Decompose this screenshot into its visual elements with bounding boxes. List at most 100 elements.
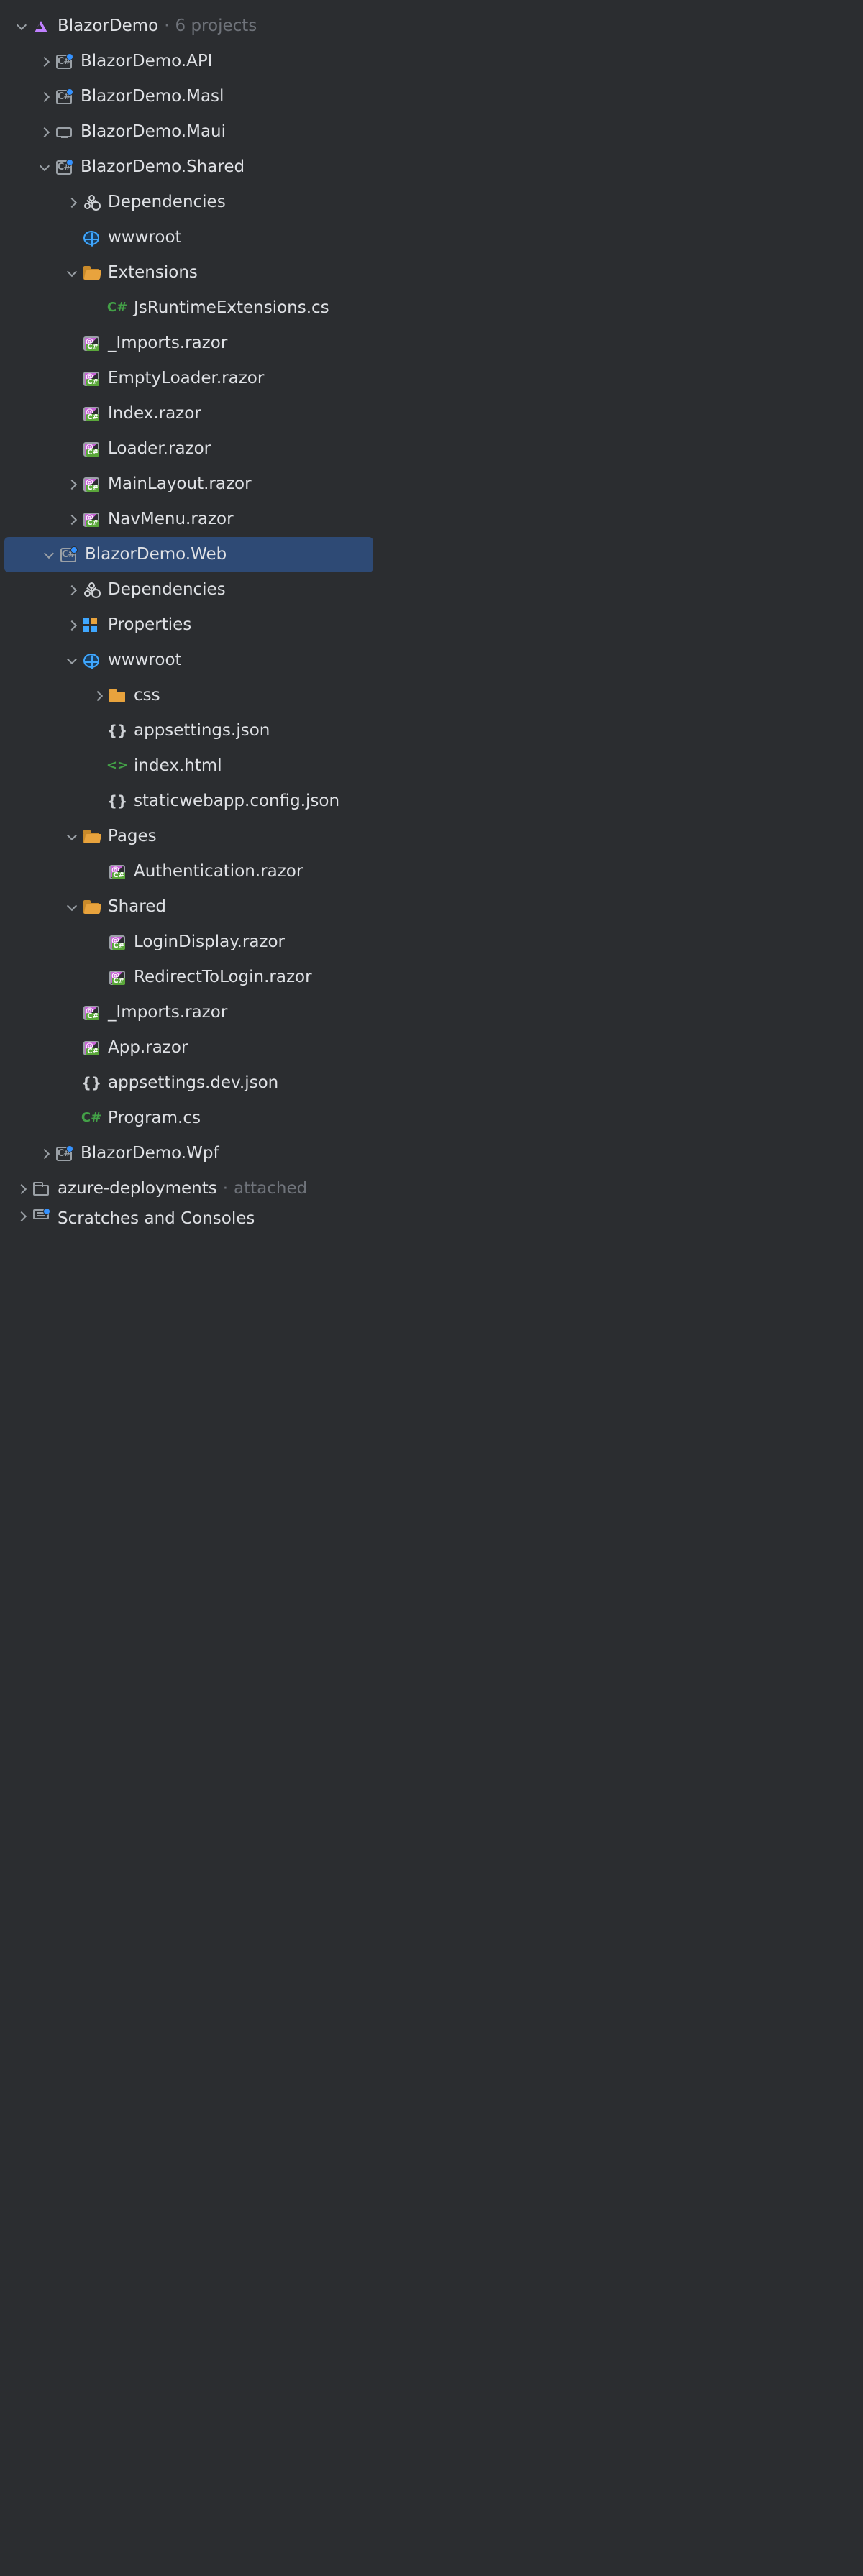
file-label: Program.cs [108,1109,201,1127]
project-node-web[interactable]: BlazorDemo.Web [4,537,373,572]
solution-explorer-tree[interactable]: BlazorDemo · 6 projects BlazorDemo.API B… [0,0,378,1248]
file-node-navmenu[interactable]: NavMenu.razor [0,502,378,537]
file-label: _Imports.razor [108,1003,227,1022]
chevron-right-icon[interactable] [37,55,52,69]
project-node-api[interactable]: BlazorDemo.API [0,44,378,79]
project-node-wpf[interactable]: BlazorDemo.Wpf [0,1136,378,1171]
chevron-right-icon[interactable] [65,477,79,492]
chevron-right-icon[interactable] [37,90,52,104]
chevron-right-icon[interactable] [37,1147,52,1161]
project-node-maui[interactable]: BlazorDemo.Maui [0,114,378,150]
json-file-icon [109,723,125,739]
project-label: BlazorDemo.Shared [81,157,245,176]
folder-label: azure-deployments [58,1179,217,1198]
razor-file-icon [109,971,125,985]
file-node-imports[interactable]: _Imports.razor [0,326,378,361]
razor-file-icon [109,865,125,879]
folder-icon [109,692,125,702]
separator-dot: · [223,1179,228,1198]
chevron-right-icon[interactable] [65,513,79,527]
folder-node-css[interactable]: css [0,678,378,713]
folder-outline-icon [33,1185,49,1196]
wwwroot-node[interactable]: wwwroot [0,643,378,678]
dependencies-icon [83,195,99,211]
file-node-index-html[interactable]: index.html [0,748,378,784]
chevron-right-icon[interactable] [65,583,79,597]
file-node-mainlayout[interactable]: MainLayout.razor [0,467,378,502]
folder-node-shared[interactable]: Shared [0,889,378,925]
csproj-icon [60,548,76,562]
chevron-right-icon[interactable] [65,196,79,210]
csharp-file-icon [83,1111,99,1127]
folder-label: Pages [108,827,157,845]
html-file-icon [109,758,125,774]
folder-open-icon [83,269,99,280]
scratches-node[interactable]: Scratches and Consoles [0,1206,378,1231]
csproj-icon [56,1147,72,1161]
file-node-authentication[interactable]: Authentication.razor [0,854,378,889]
chevron-right-icon[interactable] [14,1209,29,1224]
chevron-down-icon[interactable] [14,19,29,34]
separator-dot: · [164,17,169,35]
folder-label: wwwroot [108,228,182,247]
file-node-staticwebapp[interactable]: staticwebapp.config.json [0,784,378,819]
chevron-down-icon[interactable] [65,654,79,668]
wwwroot-node[interactable]: wwwroot [0,220,378,255]
razor-file-icon [109,935,125,950]
attached-folder-node[interactable]: azure-deployments · attached [0,1171,378,1206]
json-file-icon [109,794,125,810]
chevron-down-icon[interactable] [42,548,56,562]
file-label: JsRuntimeExtensions.cs [134,298,329,317]
file-node-appsettings[interactable]: appsettings.json [0,713,378,748]
file-node-index-razor[interactable]: Index.razor [0,396,378,431]
chevron-down-icon[interactable] [65,900,79,915]
file-node-app-razor[interactable]: App.razor [0,1030,378,1065]
file-label: staticwebapp.config.json [134,792,339,810]
file-label: LoginDisplay.razor [134,932,285,951]
chevron-down-icon[interactable] [37,160,52,175]
file-node-loader[interactable]: Loader.razor [0,431,378,467]
solution-node[interactable]: BlazorDemo · 6 projects [0,9,378,44]
chevron-right-icon[interactable] [65,618,79,633]
csproj-icon [56,90,72,104]
json-file-icon [83,1076,99,1091]
file-node-redirecttologin[interactable]: RedirectToLogin.razor [0,960,378,995]
razor-file-icon [83,336,99,351]
project-label: BlazorDemo.API [81,52,213,70]
file-node-jsruntimeextensions[interactable]: JsRuntimeExtensions.cs [0,290,378,326]
globe-icon [83,654,99,668]
scratches-icon [33,1209,49,1219]
razor-file-icon [83,513,99,527]
project-node-shared[interactable]: BlazorDemo.Shared [0,150,378,185]
chevron-right-icon[interactable] [37,125,52,139]
chevron-right-icon[interactable] [14,1182,29,1196]
file-node-appsettings-dev[interactable]: appsettings.dev.json [0,1065,378,1101]
file-label: Index.razor [108,404,201,423]
project-label: BlazorDemo.Masl [81,87,224,106]
folder-node-pages[interactable]: Pages [0,819,378,854]
file-node-program[interactable]: Program.cs [0,1101,378,1136]
dependencies-icon [83,582,99,598]
dependencies-node[interactable]: Dependencies [0,185,378,220]
chevron-right-icon[interactable] [91,689,105,703]
dependencies-label: Dependencies [108,193,226,211]
file-node-logindisplay[interactable]: LoginDisplay.razor [0,925,378,960]
csharp-file-icon [109,301,125,316]
file-label: appsettings.dev.json [108,1073,278,1092]
project-node-masl[interactable]: BlazorDemo.Masl [0,79,378,114]
dependencies-node[interactable]: Dependencies [0,572,378,608]
file-node-emptyloader[interactable]: EmptyLoader.razor [0,361,378,396]
properties-icon [83,618,99,633]
folder-node-extensions[interactable]: Extensions [0,255,378,290]
folder-label: Properties [108,615,191,634]
properties-node[interactable]: Properties [0,608,378,643]
folder-label: wwwroot [108,651,182,669]
chevron-down-icon[interactable] [65,266,79,280]
file-label: index.html [134,756,222,775]
globe-icon [83,231,99,245]
attached-suffix: attached [234,1179,307,1198]
file-label: App.razor [108,1038,188,1057]
solution-project-count: 6 projects [175,17,257,35]
file-node-imports-web[interactable]: _Imports.razor [0,995,378,1030]
chevron-down-icon[interactable] [65,830,79,844]
